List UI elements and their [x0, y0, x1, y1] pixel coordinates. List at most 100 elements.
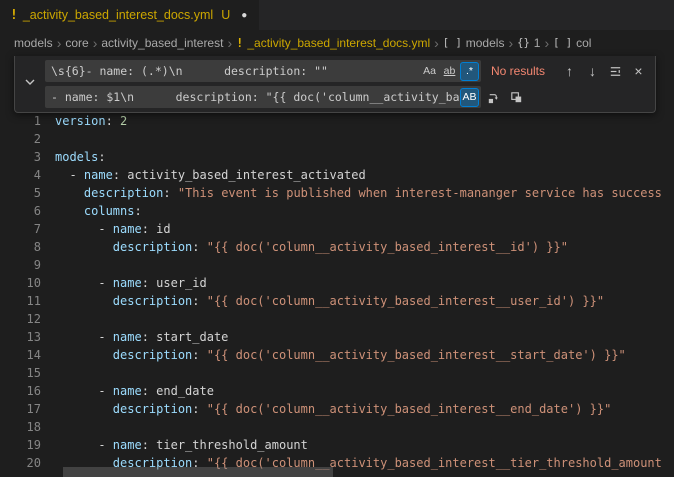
breadcrumb-separator: › — [227, 35, 232, 51]
find-widget-rows: \s{6}- name: (.*)\n description: "" Aa a… — [45, 56, 655, 112]
breadcrumb-item[interactable]: [ ]col — [553, 36, 591, 50]
code-line[interactable]: 2 — [0, 130, 674, 148]
find-in-selection-button[interactable] — [605, 61, 626, 82]
code-line[interactable]: 6 columns: — [0, 202, 674, 220]
code-line[interactable]: 19 - name: tier_threshold_amount — [0, 436, 674, 454]
line-number: 8 — [0, 238, 41, 256]
code-text: description: "{{ doc('column__activity_b… — [55, 400, 611, 418]
array-icon: [ ] — [443, 37, 462, 49]
code-line[interactable]: 17 description: "{{ doc('column__activit… — [0, 400, 674, 418]
code-text: models: — [55, 148, 106, 166]
code-line[interactable]: 7 - name: id — [0, 220, 674, 238]
code-line[interactable]: 12 — [0, 310, 674, 328]
horizontal-scrollbar-thumb[interactable] — [63, 467, 333, 477]
breadcrumb-item[interactable]: activity_based_interest — [101, 36, 223, 50]
yaml-warning-file-icon: ! — [10, 8, 18, 23]
find-input[interactable]: \s{6}- name: (.*)\n description: "" Aa a… — [45, 60, 481, 82]
line-number: 11 — [0, 292, 41, 310]
code-line[interactable]: 13 - name: start_date — [0, 328, 674, 346]
breadcrumb-label: models — [466, 36, 505, 50]
breadcrumb-label: 1 — [534, 36, 541, 50]
breadcrumb-separator: › — [434, 35, 439, 51]
line-number: 19 — [0, 436, 41, 454]
code-line[interactable]: 3 models: — [0, 148, 674, 166]
line-number: 12 — [0, 310, 41, 328]
breadcrumb-label: activity_based_interest — [101, 36, 223, 50]
code-line[interactable]: 16 - name: end_date — [0, 382, 674, 400]
breadcrumb-item[interactable]: [ ] models — [443, 36, 505, 50]
line-number: 15 — [0, 364, 41, 382]
regex-button[interactable]: .* — [460, 62, 479, 81]
code-line[interactable]: 4 - name: activity_based_interest_activa… — [0, 166, 674, 184]
code-text: - name: end_date — [55, 382, 214, 400]
breadcrumb-item[interactable]: !_activity_based_interest_docs.yml — [236, 36, 430, 50]
match-case-button[interactable]: Aa — [420, 62, 439, 81]
breadcrumb-separator: › — [93, 35, 98, 51]
code-text: - name: tier_threshold_amount — [55, 436, 308, 454]
breadcrumb-separator: › — [508, 35, 513, 51]
code-line[interactable]: 18 — [0, 418, 674, 436]
code-text: - name: id — [55, 220, 171, 238]
code-line[interactable]: 5 description: "This event is published … — [0, 184, 674, 202]
code-line[interactable]: 9 — [0, 256, 674, 274]
replace-input[interactable]: - name: $1\n description: "{{ doc('colum… — [45, 86, 481, 108]
breadcrumb-item[interactable]: core — [65, 36, 88, 50]
replace-input-value: - name: $1\n description: "{{ doc('colum… — [51, 90, 459, 104]
code-text: description: "{{ doc('column__activity_b… — [55, 238, 568, 256]
previous-match-button[interactable]: ↑ — [559, 61, 580, 82]
replace-row: - name: $1\n description: "{{ doc('colum… — [45, 86, 649, 108]
line-number: 2 — [0, 130, 41, 148]
line-number: 1 — [0, 112, 41, 130]
code-text: description: "{{ doc('column__activity_b… — [55, 292, 604, 310]
code-line[interactable]: 14 description: "{{ doc('column__activit… — [0, 346, 674, 364]
toggle-replace-button[interactable] — [15, 56, 45, 112]
array-icon: [ ] — [553, 37, 572, 49]
code-line[interactable]: 10 - name: user_id — [0, 274, 674, 292]
code-text: columns: — [55, 202, 142, 220]
editor-area: 1version: 223models:4 - name: activity_b… — [0, 56, 674, 477]
code-text: - name: user_id — [55, 274, 207, 292]
replace-button[interactable] — [483, 87, 504, 108]
code-text: description: "{{ doc('column__activity_b… — [55, 346, 626, 364]
vscode-window: ! _activity_based_interest_docs.yml U ● … — [0, 0, 674, 477]
code-lines: 1version: 223models:4 - name: activity_b… — [0, 56, 674, 472]
find-results-count: No results — [491, 64, 545, 78]
breadcrumb-item[interactable]: models — [14, 36, 53, 50]
horizontal-scrollbar — [55, 467, 674, 477]
breadcrumb: models›core›activity_based_interest›!_ac… — [0, 30, 674, 56]
tab-activity-based-interest-docs[interactable]: ! _activity_based_interest_docs.yml U ● — [0, 0, 260, 30]
line-number: 18 — [0, 418, 41, 436]
replace-all-button[interactable] — [506, 87, 527, 108]
code-line[interactable]: 11 description: "{{ doc('column__activit… — [0, 292, 674, 310]
modified-dot-icon[interactable]: ● — [241, 10, 247, 21]
code-line[interactable]: 15 — [0, 364, 674, 382]
code-line[interactable]: 1 version: 2 — [0, 112, 674, 130]
find-row: \s{6}- name: (.*)\n description: "" Aa a… — [45, 60, 649, 82]
find-replace-widget: \s{6}- name: (.*)\n description: "" Aa a… — [14, 56, 656, 113]
next-match-button[interactable]: ↓ — [582, 61, 603, 82]
tab-title: _activity_based_interest_docs.yml — [23, 8, 213, 22]
line-number: 10 — [0, 274, 41, 292]
find-input-value: \s{6}- name: (.*)\n description: "" — [51, 64, 419, 78]
tab-bar: ! _activity_based_interest_docs.yml U ● — [0, 0, 674, 30]
code-text: - name: activity_based_interest_activate… — [55, 166, 366, 184]
breadcrumb-item[interactable]: {} 1 — [517, 36, 540, 50]
breadcrumb-label: _activity_based_interest_docs.yml — [247, 36, 430, 50]
line-number: 9 — [0, 256, 41, 274]
code-text: version: 2 — [55, 112, 127, 130]
line-number: 20 — [0, 454, 41, 472]
line-number: 3 — [0, 148, 41, 166]
close-icon[interactable]: × — [628, 61, 649, 82]
line-number: 13 — [0, 328, 41, 346]
whole-word-button[interactable]: ab — [440, 62, 459, 81]
line-number: 17 — [0, 400, 41, 418]
breadcrumb-separator: › — [544, 35, 549, 51]
line-number: 7 — [0, 220, 41, 238]
breadcrumb-separator: › — [57, 35, 62, 51]
code-line[interactable]: 8 description: "{{ doc('column__activity… — [0, 238, 674, 256]
git-status-badge: U — [221, 8, 230, 22]
object-icon: {} — [517, 37, 530, 49]
line-number: 4 — [0, 166, 41, 184]
line-number: 6 — [0, 202, 41, 220]
preserve-case-button[interactable]: AB — [460, 88, 479, 107]
